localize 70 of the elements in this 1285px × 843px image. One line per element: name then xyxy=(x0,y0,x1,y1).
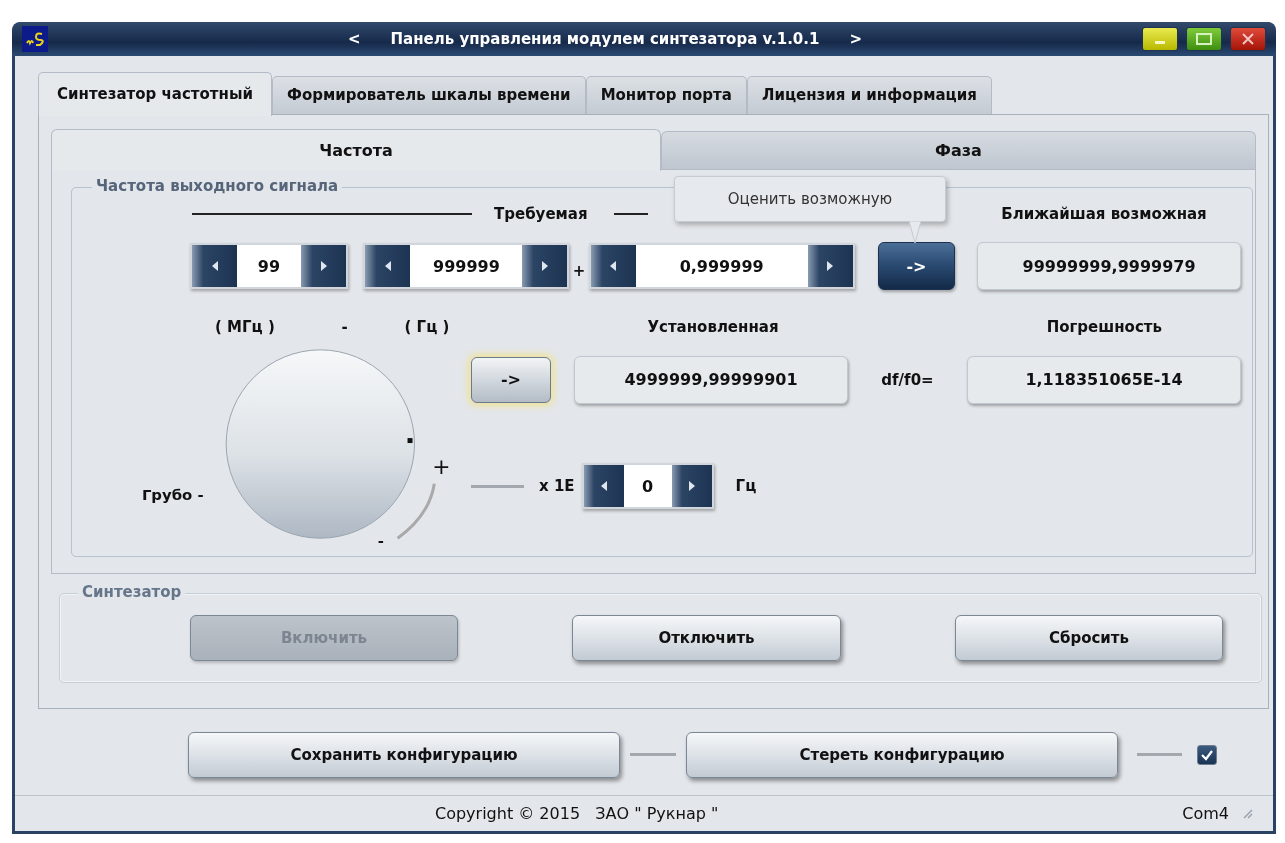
logo-icon xyxy=(22,25,48,52)
error-prefix: df/f0= xyxy=(880,370,935,389)
group-title: Частота выходного сигнала xyxy=(92,176,343,195)
spin-value: 99 xyxy=(237,245,301,288)
increment-button[interactable] xyxy=(301,245,346,288)
right-arrow-icon xyxy=(826,260,835,273)
left-arrow-icon xyxy=(609,260,618,273)
tab[interactable]: Формирователь шкалы времени xyxy=(272,75,586,114)
window-title: Панель управления модулем синтезатора v.1.0.1 xyxy=(390,29,820,48)
check-icon xyxy=(1200,748,1214,761)
increment-button[interactable] xyxy=(671,465,712,508)
error-value-field: 1,118351065E-14 xyxy=(967,355,1241,404)
tab[interactable]: Фаза xyxy=(661,130,1256,169)
dash-label: - xyxy=(340,317,349,336)
multiplier-label: x 1E xyxy=(539,477,575,496)
right-arrow-icon xyxy=(319,260,328,273)
left-arrow-icon xyxy=(383,260,392,273)
spin-field[interactable]: 999999 xyxy=(363,243,570,290)
synth-button[interactable]: Отключить xyxy=(572,614,841,661)
coarse-label: Грубо - xyxy=(141,485,204,504)
copyright-text: Copyright © 2015 ЗАО " Рукнар " xyxy=(435,803,719,823)
checkbox[interactable] xyxy=(1197,744,1217,765)
group-title: Синтезатор xyxy=(78,582,186,601)
port-label: Com4 xyxy=(1182,803,1229,823)
maximize-button[interactable] xyxy=(1186,26,1222,51)
spin-value: 0 xyxy=(623,465,672,508)
right-arrow-icon xyxy=(540,260,549,273)
installed-label: Установленная xyxy=(646,317,780,336)
tab[interactable]: Частота xyxy=(51,128,661,171)
plus-label: + xyxy=(432,453,451,479)
synth-button[interactable]: Сбросить xyxy=(955,614,1223,661)
decrement-button[interactable] xyxy=(365,245,411,288)
left-arrow-icon xyxy=(599,480,608,493)
scale-arc xyxy=(396,483,436,539)
next-arrow[interactable]: > xyxy=(849,29,863,48)
close-icon xyxy=(1241,32,1255,45)
tab[interactable]: Лицензия и информация xyxy=(746,75,992,114)
decrement-button[interactable] xyxy=(583,465,624,508)
tab[interactable]: Синтезатор частотный xyxy=(38,71,272,116)
error-label: Погрешность xyxy=(1045,317,1163,336)
erase-config-button[interactable]: Стереть конфигурацию xyxy=(686,731,1118,778)
spin-field[interactable]: 0,999999 xyxy=(588,243,855,290)
spin-value: 999999 xyxy=(410,245,523,288)
tab[interactable]: Монитор порта xyxy=(585,75,747,114)
left-arrow-icon xyxy=(210,260,219,273)
tooltip-text: Оценить возможную xyxy=(727,189,893,208)
increment-button[interactable] xyxy=(522,245,568,288)
minus-label: - xyxy=(377,531,384,550)
unit-label: ( МГц ) xyxy=(214,317,276,336)
set-button[interactable]: -> xyxy=(471,356,551,403)
nearest-value-field: 99999999,9999979 xyxy=(977,242,1241,291)
save-config-button[interactable]: Сохранить конфигурацию xyxy=(188,731,620,778)
unit-label: ( Гц ) xyxy=(403,317,451,336)
unit-label: Гц xyxy=(735,477,757,496)
minimize-button[interactable] xyxy=(1142,26,1178,51)
right-arrow-icon xyxy=(687,480,696,493)
decrement-button[interactable] xyxy=(192,245,237,288)
plus-sign: + xyxy=(571,261,587,281)
close-button[interactable] xyxy=(1230,26,1266,51)
estimate-button[interactable]: -> xyxy=(877,242,956,291)
spin-field[interactable]: 0 xyxy=(581,463,714,510)
spin-field[interactable]: 99 xyxy=(190,243,348,290)
increment-button[interactable] xyxy=(807,245,853,288)
spin-value: 0,999999 xyxy=(635,245,808,288)
previous-arrow[interactable]: < xyxy=(347,29,361,48)
decrement-button[interactable] xyxy=(590,245,636,288)
nearest-label: Ближайшая возможная xyxy=(1000,204,1208,223)
resize-grip-icon[interactable] xyxy=(1241,807,1253,820)
required-label: Требуемая xyxy=(494,204,588,223)
installed-value-field: 4999999,99999901 xyxy=(574,355,848,404)
